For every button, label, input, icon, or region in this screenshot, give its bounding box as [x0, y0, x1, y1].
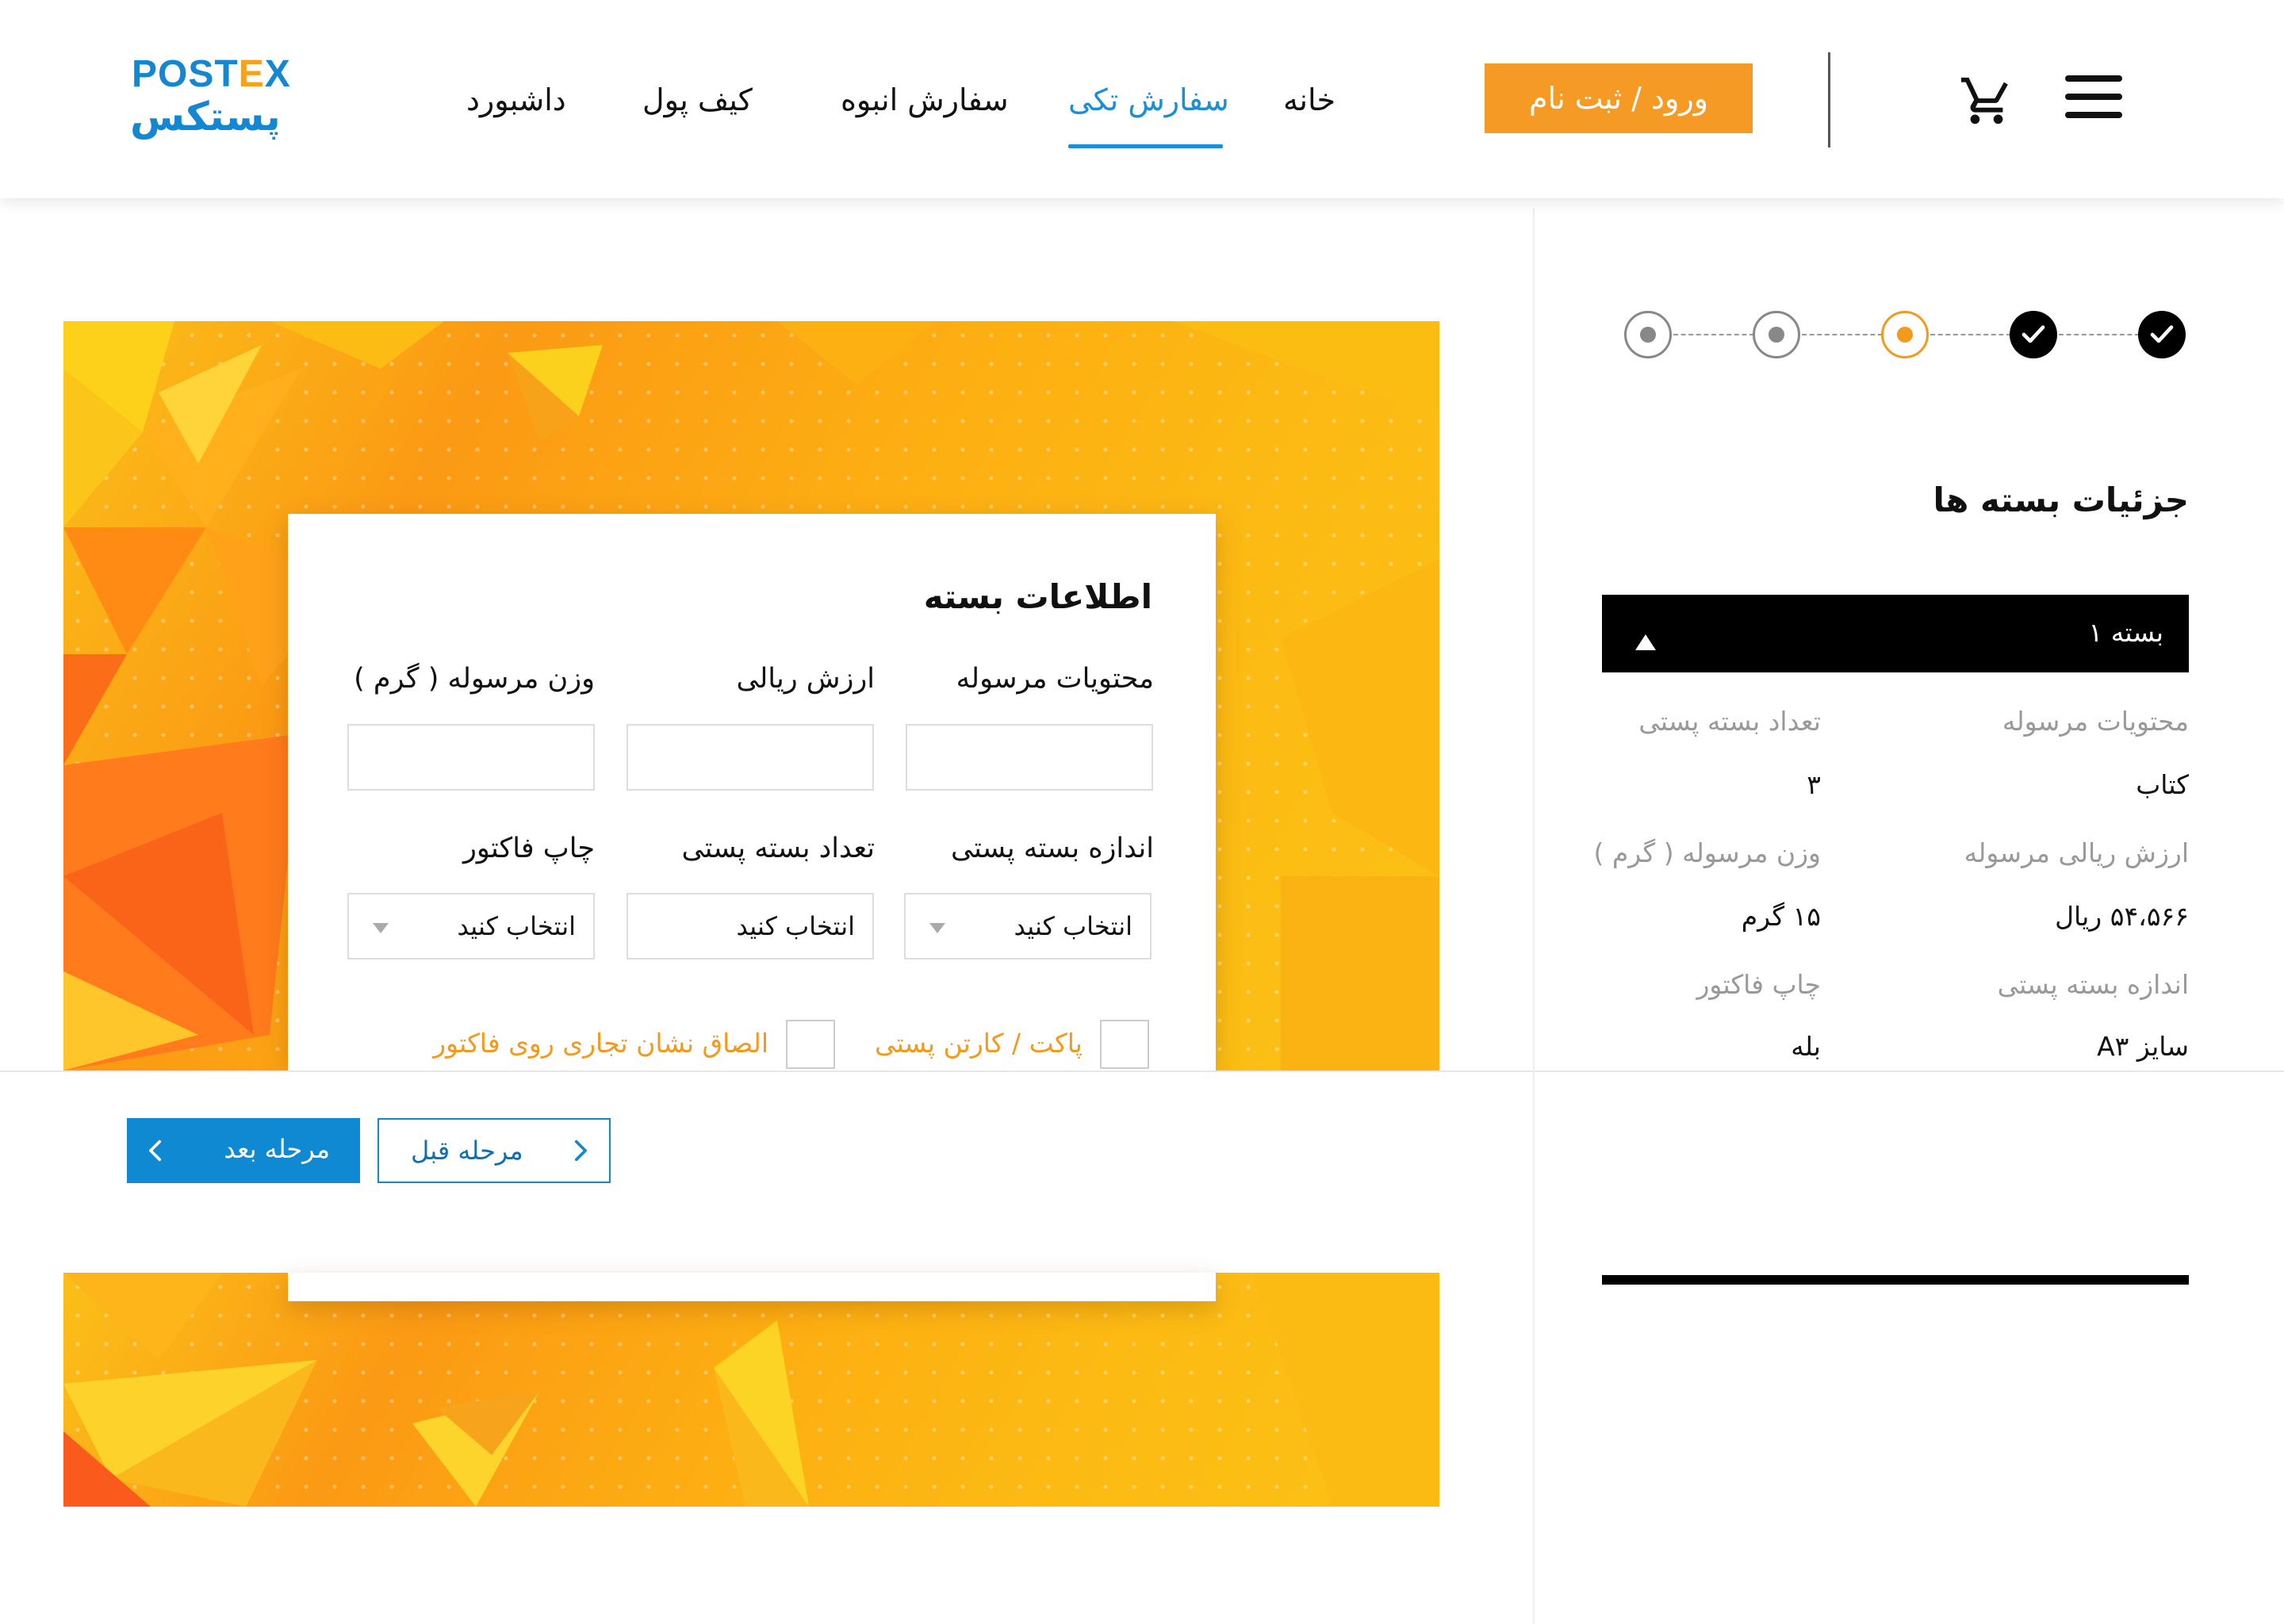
count-select[interactable]: انتخاب کنید	[627, 893, 874, 959]
detail-value-count: ۳	[1807, 769, 1821, 800]
previous-step-label: مرحله قبل	[411, 1136, 523, 1166]
label-size: اندازه بسته پستی	[950, 833, 1154, 864]
detail-label-size: اندازه بسته پستی	[1997, 969, 2189, 1000]
size-select[interactable]: انتخاب کنید	[904, 893, 1152, 959]
detail-value-contents: کتاب	[2136, 769, 2189, 800]
step-5-pending	[1624, 311, 1672, 358]
package-details-title: جزئیات بسته ها	[1933, 481, 2189, 519]
package-accordion-header[interactable]: بسته ۱	[1602, 595, 2189, 672]
banner-background-bottom	[63, 1273, 1439, 1507]
detail-label-count: تعداد بسته پستی	[1638, 706, 1821, 737]
brand-checkbox-label[interactable]: الصاق نشان تجاری روی فاکتور	[433, 1028, 768, 1059]
package-info-card: اطلاعات بسته محتویات مرسوله ارزش ریالی و…	[288, 514, 1216, 1071]
label-count: تعداد بسته پستی	[681, 833, 875, 864]
cart-icon[interactable]	[1959, 73, 2014, 128]
logo[interactable]: POSTEX	[132, 52, 291, 96]
sidebar-divider	[1533, 208, 1535, 1624]
next-step-label: مرحله بعد	[224, 1134, 330, 1164]
label-value: ارزش ریالی	[736, 663, 875, 695]
package-accordion-footer	[1602, 1275, 2189, 1285]
stepper-connector	[1930, 334, 2011, 335]
next-step-button[interactable]: مرحله بعد	[127, 1118, 360, 1183]
nav-dashboard[interactable]: داشبورد	[466, 82, 566, 117]
weight-input[interactable]	[347, 724, 595, 791]
nav-bulk-order[interactable]: سفارش انبوه	[841, 82, 1009, 117]
packet-checkbox[interactable]	[1100, 1020, 1149, 1069]
previous-step-button[interactable]: مرحله قبل	[377, 1118, 611, 1183]
stepper-connector	[1802, 334, 1883, 335]
packet-checkbox-label[interactable]: پاکت / کارتن پستی	[875, 1028, 1083, 1059]
detail-value-invoice: بله	[1791, 1031, 1821, 1062]
nav-home[interactable]: خانه	[1283, 82, 1336, 117]
detail-label-weight: وزن مرسوله ( گرم )	[1593, 837, 1822, 868]
invoice-select[interactable]: انتخاب کنید	[347, 893, 595, 959]
check-icon	[2150, 325, 2174, 343]
nav-active-indicator	[1068, 144, 1223, 148]
chevron-right-icon	[574, 1139, 587, 1162]
check-icon	[2021, 325, 2045, 343]
detail-label-invoice: چاپ فاکتور	[1696, 969, 1822, 1000]
chevron-left-icon	[149, 1139, 162, 1162]
detail-value-size: سایز A۳	[2097, 1031, 2189, 1062]
label-weight: وزن مرسوله ( گرم )	[354, 663, 595, 695]
package-info-card-bottom	[288, 1273, 1216, 1301]
invoice-select-value: انتخاب کنید	[457, 911, 577, 941]
step-3-current	[1881, 311, 1929, 358]
detail-label-contents: محتویات مرسوله	[2002, 706, 2189, 737]
top-navbar: POSTEX پستکس داشبورد کیف پول سفارش انبوه…	[0, 0, 2284, 198]
step-2-done	[2010, 311, 2057, 358]
brand-checkbox[interactable]	[786, 1020, 835, 1069]
logo-persian: پستکس	[130, 94, 281, 140]
chevron-down-icon	[929, 923, 945, 933]
count-select-value: انتخاب کنید	[736, 911, 856, 941]
login-register-button[interactable]: ورود / ثبت نام	[1485, 63, 1753, 133]
detail-label-value: ارزش ریالی مرسوله	[1964, 837, 2189, 868]
detail-value-value: ۵۴،۵۶۶ ریال	[2055, 901, 2189, 932]
detail-value-weight: ۱۵ گرم	[1741, 901, 1821, 932]
stepper-connector	[2059, 334, 2140, 335]
collapse-triangle-icon	[1635, 634, 1656, 650]
step-1-done	[2138, 311, 2186, 358]
stepper-connector	[1673, 334, 1754, 335]
nav-wallet[interactable]: کیف پول	[642, 82, 753, 117]
size-select-value: انتخاب کنید	[1014, 911, 1133, 941]
contents-input[interactable]	[906, 724, 1153, 791]
hamburger-menu-icon[interactable]	[2065, 75, 2122, 118]
form-title: اطلاعات بسته	[923, 577, 1152, 616]
label-invoice: چاپ فاکتور	[463, 833, 595, 864]
step-4-pending	[1753, 311, 1800, 358]
value-input[interactable]	[627, 724, 874, 791]
chevron-down-icon	[373, 923, 389, 933]
label-contents: محتویات مرسوله	[956, 663, 1154, 695]
nav-single-order[interactable]: سفارش تکی	[1068, 82, 1229, 117]
header-divider	[1828, 52, 1830, 147]
package-header-label: بسته ۱	[2088, 617, 2164, 648]
